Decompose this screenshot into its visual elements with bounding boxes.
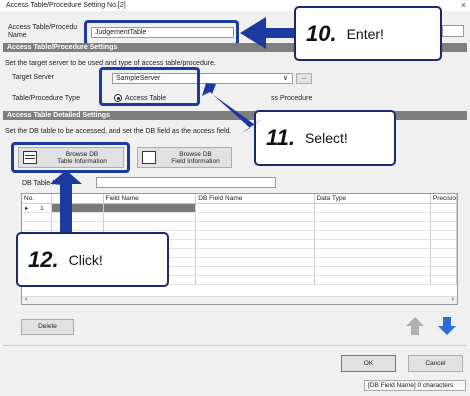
arrow-to-name — [240, 17, 294, 49]
arrow-to-browse — [50, 170, 82, 232]
callout-arrows — [50, 17, 294, 232]
dialog-window: Access Table/Procedure Setting No.[2] × … — [0, 0, 470, 396]
arrow-to-server — [202, 83, 264, 134]
